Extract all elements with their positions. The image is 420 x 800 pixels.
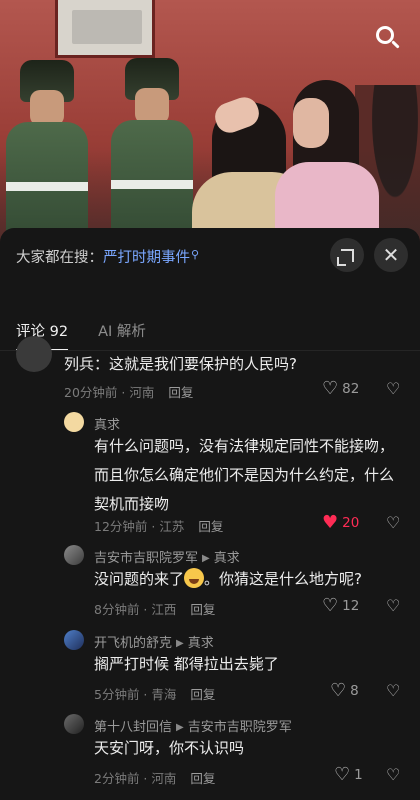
- author-name[interactable]: 开飞机的舒克: [94, 636, 172, 651]
- reply-arrow-icon: ▶: [202, 553, 210, 564]
- close-button[interactable]: ✕: [374, 238, 408, 272]
- reply-button[interactable]: 回复: [198, 519, 223, 534]
- comment-author: 第十八封回信 ▶ 吉安市吉职院罗军: [94, 716, 292, 735]
- expand-button[interactable]: [330, 238, 364, 272]
- comment-author: 吉安市吉职院罗军 ▶ 真求: [94, 547, 240, 566]
- author-name[interactable]: 吉安市吉职院罗军: [94, 551, 198, 566]
- like-count: 12: [342, 597, 360, 614]
- comment-text: 搁严打时候 都得拉出去毙了: [94, 655, 279, 673]
- comment-text: 这就是我们要保护的人民吗?: [109, 355, 297, 373]
- like-count: 82: [342, 380, 360, 397]
- reply-button[interactable]: 回复: [168, 385, 193, 400]
- hot-search-prefix: 大家都在搜：: [16, 250, 103, 266]
- comment-time: 12分钟前 · 江苏: [94, 519, 185, 534]
- reply-to-name[interactable]: 真求: [188, 636, 214, 651]
- heart-icon: ♡: [334, 764, 351, 785]
- comment-meta: 20分钟前 · 河南 回复: [64, 382, 193, 401]
- avatar[interactable]: [16, 336, 52, 372]
- dislike-icon[interactable]: ♡: [386, 596, 400, 615]
- close-icon: ✕: [382, 243, 400, 267]
- avatar[interactable]: [64, 714, 84, 734]
- emoji-icon: [184, 568, 205, 588]
- comment-item: 开飞机的舒克 ▶ 真求 搁严打时候 都得拉出去毙了 5分钟前 · 青海 回复 ♡ 8 ♡: [0, 628, 420, 706]
- comment-text: 天安门呀，你不认识吗: [94, 739, 245, 757]
- dislike-icon[interactable]: ♡: [386, 681, 400, 700]
- dislike-icon[interactable]: ♡: [386, 513, 400, 532]
- reply-arrow-icon: ▶: [176, 638, 184, 649]
- heart-icon: ♡: [322, 378, 339, 399]
- comment-meta: 8分钟前 · 江西 回复: [94, 599, 215, 618]
- search-mini-icon: ⚲: [191, 248, 200, 261]
- like-button[interactable]: ♡ 8: [330, 680, 359, 701]
- comment-item: 吉安市吉职院罗军 ▶ 真求 没问题的来了 。你猜这是什么地方呢? 8分钟前 · 江西回…: [0, 543, 420, 621]
- like-count: 8: [350, 682, 359, 699]
- person-figure: [275, 80, 385, 252]
- reply-arrow-icon: ▶: [176, 722, 184, 733]
- reply-button[interactable]: 回复: [190, 771, 215, 786]
- reply-to-name[interactable]: 吉安市吉职院罗军: [188, 720, 292, 735]
- heart-icon: ♡: [330, 680, 347, 701]
- comment-time: 5分钟前 · 青海: [94, 687, 177, 702]
- reply-button[interactable]: 回复: [190, 687, 215, 702]
- dislike-icon[interactable]: ♡: [386, 765, 400, 784]
- video-preview[interactable]: [0, 0, 420, 252]
- comment-time: 8分钟前 · 江西: [94, 602, 177, 617]
- avatar[interactable]: [64, 545, 84, 565]
- avatar[interactable]: [64, 630, 84, 650]
- avatar[interactable]: [64, 412, 84, 432]
- author-name[interactable]: 第十八封回信: [94, 720, 172, 735]
- comment-author: 列兵: [64, 355, 95, 373]
- like-count: 20: [342, 514, 360, 531]
- dislike-icon[interactable]: ♡: [386, 379, 400, 398]
- comment-meta: 12分钟前 · 江苏 回复: [94, 516, 223, 535]
- like-button[interactable]: ♡ 1: [334, 764, 363, 785]
- like-button[interactable]: ♡ 12: [322, 595, 359, 616]
- comment-author: 开飞机的舒克 ▶ 真求: [94, 632, 214, 651]
- comment-item: 第十八封回信 ▶ 吉安市吉职院罗军 天安门呀，你不认识吗 2分钟前 · 河南 回复 ♡…: [0, 712, 420, 792]
- comment-text: 有什么问题吗，没有法律规定同性不能接吻，而且你怎么确定他们不是因为什么约定，什么…: [94, 437, 395, 513]
- comment-text: 没问题的来了 。你猜这是什么地方呢?: [94, 568, 362, 588]
- comment-meta: 2分钟前 · 河南 回复: [94, 768, 215, 787]
- comment-time: 20分钟前 · 河南: [64, 385, 155, 400]
- comment-item: 真求 有什么问题吗，没有法律规定同性不能接吻，而且你怎么确定他们不是因为什么约定…: [0, 410, 420, 534]
- hot-search-keyword[interactable]: 严打时期事件: [103, 250, 190, 266]
- reply-button[interactable]: 回复: [190, 602, 215, 617]
- comment-item: 列兵：这就是我们要保护的人民吗? 20分钟前 · 河南 回复 ♡ 82 ♡: [0, 336, 420, 401]
- tab-ai-analysis[interactable]: AI 解析: [98, 320, 146, 351]
- like-button[interactable]: ♥ 20: [322, 512, 359, 533]
- comment-time: 2分钟前 · 河南: [94, 771, 177, 786]
- expand-icon: [336, 248, 354, 266]
- portrait-banner: [55, 0, 155, 58]
- comment-meta: 5分钟前 · 青海 回复: [94, 684, 215, 703]
- heart-icon: ♡: [322, 595, 339, 616]
- like-count: 1: [354, 766, 363, 783]
- reply-to-name[interactable]: 真求: [214, 551, 240, 566]
- heart-icon: ♥: [322, 512, 339, 533]
- comment-author[interactable]: 真求: [94, 414, 120, 433]
- comment-panel: 大家都在搜：严打时期事件⚲ ✕ 评论 92 AI 解析 列兵：这就是我们要保护的…: [0, 228, 420, 800]
- hot-search-bar[interactable]: 大家都在搜：严打时期事件⚲: [16, 246, 199, 267]
- like-button[interactable]: ♡ 82: [322, 378, 359, 399]
- search-icon[interactable]: [376, 26, 402, 52]
